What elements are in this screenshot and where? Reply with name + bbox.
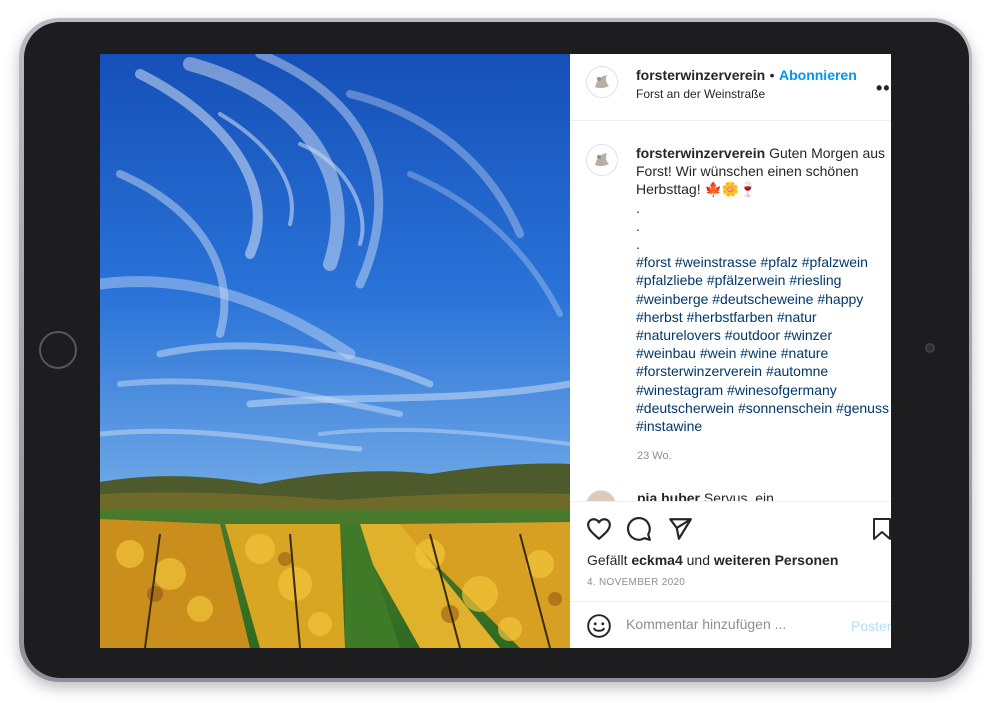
logo-icon [595,75,609,89]
comment-icon[interactable] [626,516,652,542]
follow-button[interactable]: Abonnieren [779,67,857,83]
heart-icon[interactable] [586,516,612,542]
logo-icon [595,153,609,167]
instagram-post-view: forsterwinzerverein • Abonnieren Forst a… [100,54,891,648]
emoji-icon[interactable] [586,613,612,639]
post-details-panel: forsterwinzerverein • Abonnieren Forst a… [570,54,891,648]
post-comment-button[interactable]: Posten [851,618,891,634]
likes-summary: Gefällt eckma4 und weiteren Personen [587,552,838,568]
caption-username[interactable]: forsterwinzerverein [636,145,765,161]
bookmark-icon[interactable] [870,516,891,542]
post-actions: Gefällt eckma4 und weiteren Personen 4. … [570,501,891,648]
home-button[interactable] [39,331,77,369]
caption-avatar[interactable] [586,144,618,176]
post-date[interactable]: 4. NOVEMBER 2020 [587,577,685,588]
caption-dot: . [636,217,640,234]
caption-dot: . [636,199,640,216]
share-icon[interactable] [667,516,693,542]
follow-separator: • [769,67,775,83]
likes-user[interactable]: eckma4 [631,552,682,568]
likes-others[interactable]: weiteren Personen [714,552,839,568]
avatar[interactable] [586,66,618,98]
username[interactable]: forsterwinzerverein [636,67,765,83]
hashtags[interactable]: #forst #weinstrasse #pfalz #pfalzwein #p… [636,253,891,435]
likes-and: und [686,552,710,568]
camera-icon [925,343,935,353]
comment-bar: Posten [570,601,891,648]
post-time[interactable]: 23 Wo. [637,450,672,462]
more-options-icon[interactable]: ••• [876,78,891,99]
post-photo [100,54,570,648]
post-caption: forsterwinzerverein Guten Morgen aus For… [636,144,891,435]
location-link[interactable]: Forst an der Weinstraße [636,87,765,101]
post-header: forsterwinzerverein • Abonnieren Forst a… [570,54,891,121]
caption-dot: . [636,236,640,253]
comment-input[interactable] [626,616,816,632]
likes-prefix: Gefällt [587,552,628,568]
